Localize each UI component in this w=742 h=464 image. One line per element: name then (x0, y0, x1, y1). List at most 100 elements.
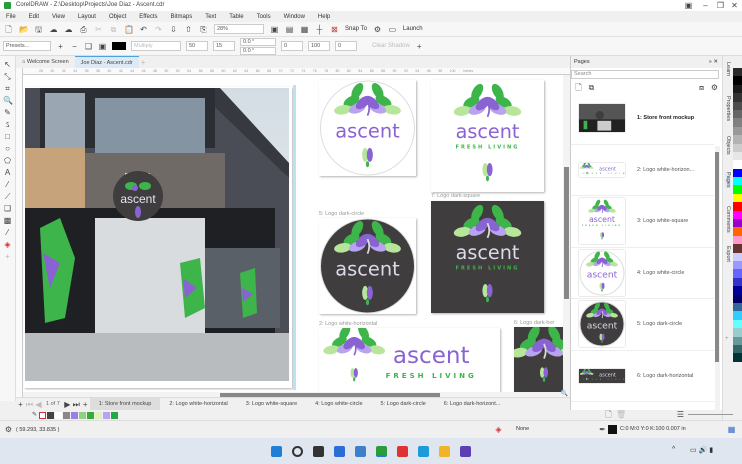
document-palette-swatch[interactable] (71, 411, 78, 419)
new-document-icon[interactable]: 🗋 (4, 25, 13, 34)
presets-dropdown[interactable]: Presets... (3, 41, 51, 51)
palette-swatch[interactable] (733, 302, 742, 312)
guidelines-icon[interactable]: ┼ (315, 25, 324, 34)
thumbnail-size-slider[interactable] (688, 414, 733, 415)
corel-font-manager-icon[interactable] (418, 445, 429, 457)
angle-field-1[interactable]: 0.0 ° (240, 37, 276, 46)
account-icon[interactable]: ▣ (684, 1, 693, 10)
prev-page-icon[interactable]: ◀ (34, 400, 43, 409)
menu-effects[interactable]: Effects (139, 14, 157, 20)
new-tab-icon[interactable]: + (139, 58, 148, 67)
polygon-tool-icon[interactable]: ⬠ (3, 156, 12, 165)
remove-preset-icon[interactable]: − (70, 42, 79, 51)
menu-tools[interactable]: Tools (257, 14, 271, 20)
rectangle-tool-icon[interactable]: □ (3, 132, 12, 141)
scroll-thumb[interactable] (564, 167, 569, 299)
document-palette-swatch[interactable] (95, 411, 102, 419)
fill-icon[interactable]: ◈ (494, 425, 503, 434)
palette-swatch[interactable] (733, 277, 742, 287)
palette-swatch[interactable] (733, 126, 742, 136)
docker-tab-export[interactable]: Export (725, 246, 731, 262)
palette-swatch[interactable] (733, 202, 742, 211)
palette-swatch[interactable] (733, 336, 742, 345)
docker-tab-learn[interactable]: Learn (725, 62, 731, 76)
page-logo-dark-square[interactable]: ascent FRESH LIVING (431, 201, 544, 313)
copy-icon[interactable]: ⧉ (109, 25, 118, 34)
add-preset-icon[interactable]: + (56, 42, 65, 51)
new-page-icon[interactable]: 🗋 (604, 410, 613, 419)
shadow-color-swatch[interactable] (112, 42, 126, 50)
ellipse-tool-icon[interactable]: ○ (3, 144, 12, 153)
coreldraw-taskbar-icon[interactable] (376, 445, 387, 457)
page-list-item[interactable]: ascent 5: Logo dark-circle (571, 299, 714, 351)
add-docker-icon[interactable]: + (725, 336, 729, 342)
horizontal-ruler[interactable]: 28 30 32 34 36 38 40 42 44 46 48 50 52 54 56 58 60 62 64 66… (23, 68, 570, 75)
add-tool-icon[interactable]: + (3, 252, 12, 261)
angle-field-2[interactable]: 0.0 ° (240, 46, 276, 55)
add-page-before-icon[interactable]: + (16, 400, 25, 409)
no-color-swatch[interactable] (39, 411, 46, 419)
stretch-field[interactable]: 0 (281, 41, 303, 51)
grid-icon[interactable]: ▦ (300, 25, 309, 34)
opacity-field[interactable]: 50 (186, 41, 208, 51)
docker-tab-comments[interactable]: Comments (725, 206, 731, 233)
text-tool-icon[interactable]: A (3, 168, 12, 177)
palette-swatch[interactable] (733, 269, 742, 278)
page-tab[interactable]: 1: Store front mockup (89, 397, 161, 411)
palette-scroll-up[interactable] (733, 56, 742, 68)
page-logo-white-horizontal[interactable]: ascent FRESH LIVING (319, 325, 500, 392)
palette-swatch[interactable] (733, 353, 742, 362)
clear-shadow-button[interactable]: Clear Shadow (372, 43, 410, 49)
first-page-icon[interactable]: ⏮ (25, 400, 34, 409)
fade-field[interactable]: 100 (308, 41, 330, 51)
zoom-tool-icon[interactable]: 🔍 (3, 96, 13, 105)
last-page-icon[interactable]: ⏭ (72, 400, 81, 409)
settings-icon[interactable]: ⚙ (4, 425, 13, 434)
page-tab[interactable]: 4: Logo white-circle (306, 398, 371, 411)
settings-gear-icon[interactable]: ⚙ (710, 83, 719, 92)
palette-swatch[interactable] (733, 93, 742, 102)
page-list-item[interactable]: ascent FRESH LIVING 3: Logo white-square (571, 196, 714, 248)
print-icon[interactable]: ⎙ (79, 25, 88, 34)
page-logo-dark-horizontal[interactable] (510, 325, 563, 392)
palette-swatch[interactable] (733, 84, 742, 94)
palette-swatch[interactable] (733, 68, 742, 77)
shadow-offset-field[interactable]: 0 (335, 41, 357, 51)
redo-icon[interactable]: ↷ (154, 25, 163, 34)
palette-swatch[interactable] (733, 227, 742, 236)
expand-icon[interactable]: » (709, 59, 712, 65)
palette-swatch[interactable] (733, 118, 742, 127)
menu-table[interactable]: Table (229, 14, 243, 20)
tab-welcome-screen[interactable]: ⌂ Welcome Screen (16, 56, 75, 68)
page-tab[interactable]: 2: Logo white-horizontal (160, 398, 236, 411)
corel-photo-paint-icon[interactable] (397, 445, 408, 457)
cut-icon[interactable]: ✂ (94, 25, 103, 34)
artistic-media-icon[interactable]: ઽ (3, 120, 12, 129)
pages-scrollbar[interactable] (715, 146, 720, 421)
start-icon[interactable] (271, 445, 282, 457)
add-page-icon[interactable]: 🗋 (574, 83, 583, 92)
pick-tool-icon[interactable]: ↖ (3, 60, 12, 69)
undo-icon[interactable]: ↶ (139, 25, 148, 34)
close-docker-icon[interactable]: ✕ (713, 59, 718, 65)
menu-bitmaps[interactable]: Bitmaps (171, 14, 193, 20)
palette-swatch[interactable] (733, 210, 742, 220)
palette-swatch[interactable] (733, 235, 742, 245)
widgets-icon[interactable] (334, 445, 345, 457)
menu-text[interactable]: Text (205, 14, 216, 20)
list-view-icon[interactable]: ☰ (676, 410, 685, 419)
eyedropper-icon[interactable]: ✎ (30, 411, 39, 420)
palette-swatch[interactable] (733, 135, 742, 144)
save-icon[interactable]: 🖫 (34, 25, 43, 34)
store-icon[interactable] (355, 445, 366, 457)
snap-to-dropdown[interactable]: Snap To (345, 26, 367, 32)
drawing-canvas[interactable]: ascent ascent ascent FRESH LIVING 7: Logo… (23, 75, 563, 392)
docker-tab-pages[interactable]: Pages (725, 172, 731, 188)
freehand-tool-icon[interactable]: ✎ (3, 108, 12, 117)
vertical-scrollbar[interactable] (563, 75, 570, 392)
page-logo-white-circle[interactable]: ascent (319, 80, 416, 176)
launch-dropdown[interactable]: Launch (403, 26, 423, 32)
full-screen-icon[interactable]: ▣ (270, 25, 279, 34)
palette-swatch[interactable] (733, 311, 742, 320)
task-view-icon[interactable] (313, 445, 324, 457)
